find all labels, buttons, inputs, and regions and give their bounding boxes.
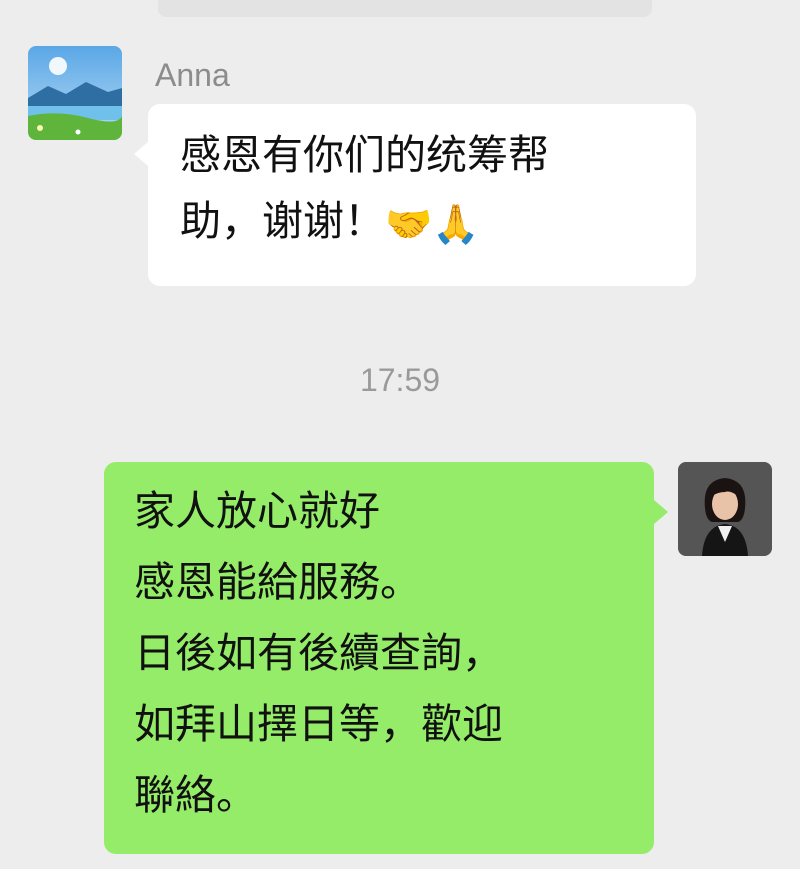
sender-name: Anna [155,57,230,93]
message-text-line: 聯絡。 [134,771,257,819]
message-text-line: 日後如有後續查詢， [134,629,503,677]
pray-emoji-icon: 🙏 [432,202,480,246]
portrait-avatar-image [678,462,772,556]
message-text-line: 感恩有你们的统筹帮 [180,131,549,179]
incoming-message-bubble[interactable]: 感恩有你们的统筹帮 助，谢谢！🤝🙏 [134,104,696,286]
sender-avatar[interactable] [28,46,122,140]
message-text-line: 感恩能給服務。 [134,558,421,606]
message-timestamp: 17:59 [359,362,441,398]
self-avatar[interactable] [678,462,772,556]
message-text-line: 助，谢谢！ [180,197,385,245]
landscape-avatar-image [28,46,122,140]
outgoing-message-bubble[interactable]: 家人放心就好 感恩能給服務。 日後如有後續查詢， 如拜山擇日等，歡迎 聯絡。 [104,462,668,854]
handshake-emoji-icon: 🤝 [385,202,433,246]
message-text-line: 家人放心就好 [134,487,380,535]
message-text-line: 如拜山擇日等，歡迎 [134,700,503,748]
previous-message-bubble[interactable] [158,0,652,17]
